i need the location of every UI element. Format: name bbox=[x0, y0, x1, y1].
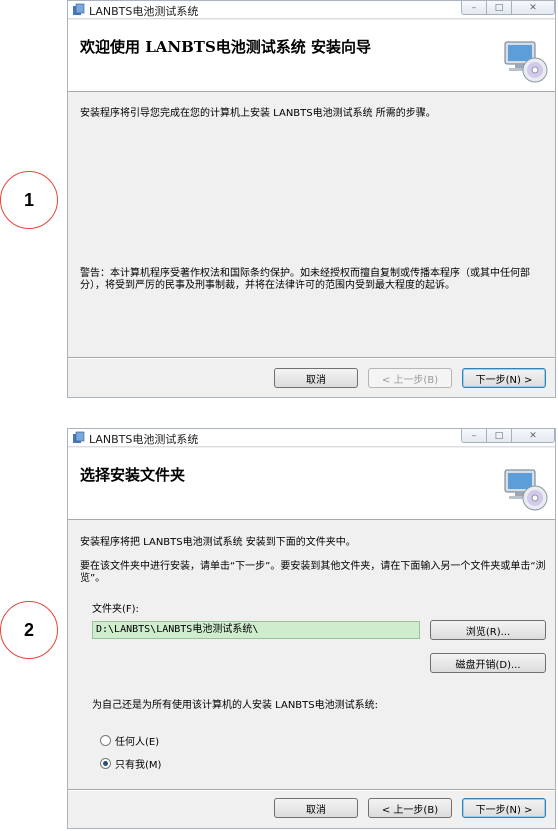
folder-path-input[interactable]: D:\LANBTS\LANBTS电池测试系统\ bbox=[92, 621, 420, 639]
disk-cost-button[interactable]: 磁盘开销(D)... bbox=[430, 653, 546, 673]
window-title: LANBTS电池测试系统 bbox=[89, 5, 199, 18]
next-button[interactable]: 下一步(N) > bbox=[462, 798, 546, 818]
radio-everyone-label: 任何人(E) bbox=[115, 737, 160, 748]
maximize-icon[interactable]: □ bbox=[486, 429, 512, 443]
warning-text: 警告：本计算机程序受著作权法和国际条约保护。如未经授权而擅自复制或传播本程序（或… bbox=[80, 268, 530, 291]
window-controls: – □ ✕ bbox=[461, 429, 555, 447]
radio-button-checked[interactable] bbox=[100, 758, 111, 769]
footer-divider bbox=[68, 789, 555, 791]
intro-text: 安装程序将引导您完成在您的计算机上安装 LANBTS电池测试系统 所需的步骤。 bbox=[80, 108, 436, 119]
page-title: 选择安装文件夹 bbox=[80, 466, 186, 484]
install-for-question: 为自己还是为所有使用该计算机的人安装 LANBTS电池测试系统: bbox=[92, 700, 378, 711]
page-title: 欢迎使用 LANBTS电池测试系统 安装向导 bbox=[80, 38, 372, 56]
minimize-icon[interactable]: – bbox=[461, 1, 487, 15]
radio-button-unchecked[interactable] bbox=[100, 735, 111, 746]
close-icon[interactable]: ✕ bbox=[511, 429, 555, 443]
radio-just-me-label: 只有我(M) bbox=[115, 760, 162, 771]
app-icon bbox=[73, 3, 85, 15]
step-1-badge: 1 bbox=[0, 171, 58, 229]
back-button[interactable]: < 上一步(B) bbox=[368, 798, 452, 818]
cancel-button[interactable]: 取消 bbox=[274, 368, 358, 388]
app-icon bbox=[73, 431, 85, 443]
dialog-header: 欢迎使用 LANBTS电池测试系统 安装向导 bbox=[68, 20, 555, 92]
folder-label: 文件夹(F): bbox=[92, 604, 139, 615]
maximize-icon[interactable]: □ bbox=[486, 1, 512, 15]
instructions-text: 要在该文件夹中进行安装，请单击“下一步”。要安装到其他文件夹，请在下面输入另一个… bbox=[80, 561, 546, 584]
radio-just-me[interactable]: 只有我(M) bbox=[100, 756, 161, 771]
minimize-icon[interactable]: – bbox=[461, 429, 487, 443]
title-bar: LANBTS电池测试系统 – □ ✕ bbox=[68, 1, 555, 19]
computer-cd-icon bbox=[504, 469, 548, 511]
footer-divider bbox=[68, 357, 555, 359]
radio-everyone[interactable]: 任何人(E) bbox=[100, 733, 159, 748]
cancel-button[interactable]: 取消 bbox=[274, 798, 358, 818]
next-button[interactable]: 下一步(N) > bbox=[462, 368, 546, 388]
folder-dialog: LANBTS电池测试系统 – □ ✕ 选择安装文件夹 安装程序将把 LANBTS… bbox=[67, 428, 556, 829]
close-icon[interactable]: ✕ bbox=[511, 1, 555, 15]
intro-text: 安装程序将把 LANBTS电池测试系统 安装到下面的文件夹中。 bbox=[80, 537, 356, 548]
title-bar: LANBTS电池测试系统 – □ ✕ bbox=[68, 429, 555, 447]
step-2-badge: 2 bbox=[0, 601, 58, 659]
welcome-dialog: LANBTS电池测试系统 – □ ✕ 欢迎使用 LANBTS电池测试系统 安装向… bbox=[67, 0, 556, 398]
window-controls: – □ ✕ bbox=[461, 1, 555, 19]
browse-button[interactable]: 浏览(R)... bbox=[430, 620, 546, 640]
computer-cd-icon bbox=[504, 41, 548, 83]
radio-dot bbox=[103, 761, 108, 766]
window-title: LANBTS电池测试系统 bbox=[89, 433, 199, 446]
dialog-header: 选择安装文件夹 bbox=[68, 448, 555, 520]
back-button[interactable]: < 上一步(B) bbox=[368, 368, 452, 388]
